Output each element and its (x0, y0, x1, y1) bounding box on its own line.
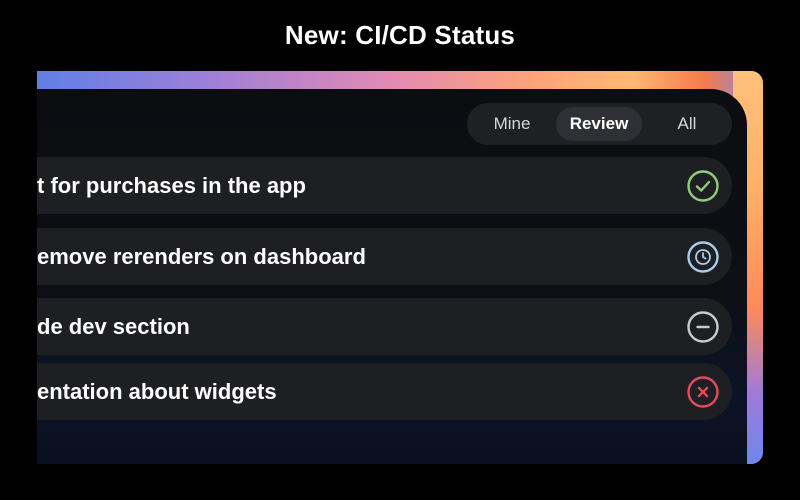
tab-all[interactable]: All (647, 107, 727, 141)
clock-circle-icon (686, 240, 720, 274)
list-item[interactable]: emove rerenders on dashboard (37, 228, 732, 285)
filter-segmented-control: Mine Review All (467, 103, 732, 145)
list-item-label: entation about widgets (37, 379, 277, 404)
status-panel: Mine Review All t for purchases in the a… (37, 89, 747, 464)
minus-circle-icon (686, 310, 720, 344)
x-circle-icon (686, 375, 720, 409)
tab-review[interactable]: Review (556, 107, 642, 141)
list-item-label: t for purchases in the app (37, 173, 306, 198)
tab-mine[interactable]: Mine (477, 107, 547, 141)
list-item-label: emove rerenders on dashboard (37, 244, 366, 269)
list-item[interactable]: t for purchases in the app (37, 157, 732, 214)
page-title: New: CI/CD Status (284, 20, 516, 50)
list-item[interactable]: entation about widgets (37, 363, 732, 420)
list-item[interactable]: de dev section (37, 298, 732, 355)
card-frame: Mine Review All t for purchases in the a… (37, 71, 763, 464)
check-circle-icon (686, 169, 720, 203)
list-item-label: de dev section (37, 314, 190, 339)
